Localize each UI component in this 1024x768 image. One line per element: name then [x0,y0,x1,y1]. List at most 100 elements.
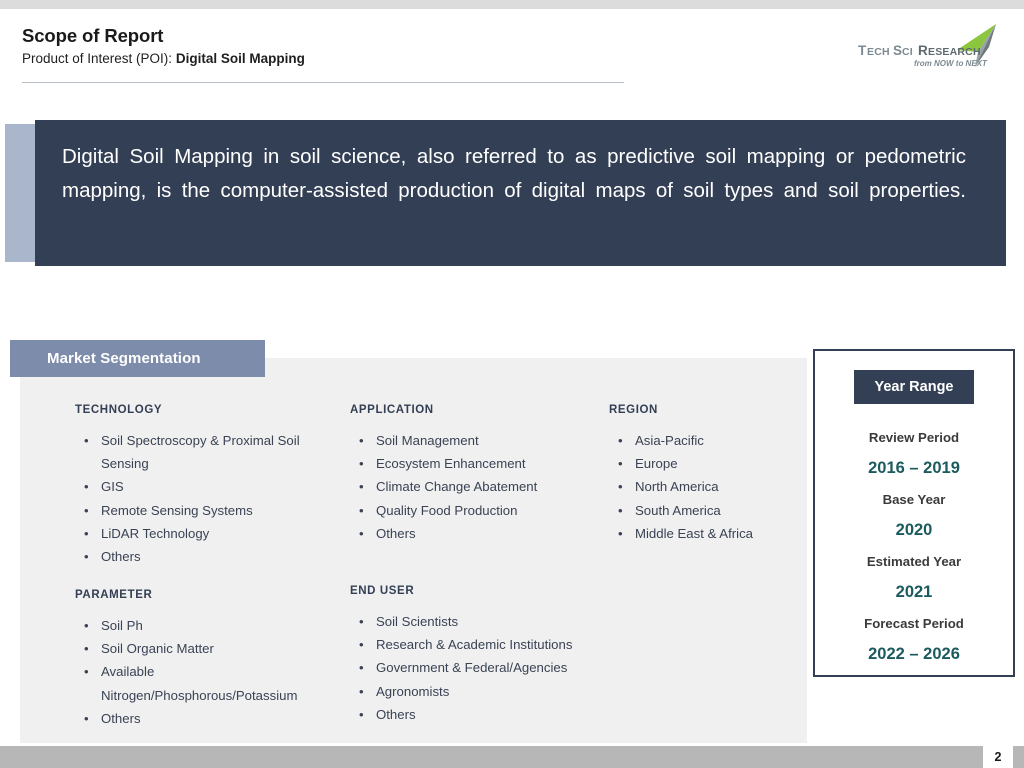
year-row-label: Forecast Period [815,608,1013,639]
product-of-interest-line: Product of Interest (POI): Digital Soil … [22,49,305,68]
header-divider [22,82,624,83]
segment-column-technology: TECHNOLOGY • Soil Spectroscopy & Proximal… [75,404,325,568]
bullet-icon: • [618,499,623,522]
list-item-label: Soil Organic Matter [101,641,214,656]
list-item-label: Ecosystem Enhancement [376,456,526,471]
page-title: Scope of Report [22,25,305,47]
list-item: •Others [350,703,610,726]
segment-column-end-user: END USER •Soil Scientists •Research & Ac… [350,585,610,726]
list-item-label: Others [101,549,141,564]
bullet-icon: • [84,475,89,498]
hero-definition-banner: Digital Soil Mapping in soil science, al… [35,120,1006,266]
list-item-label: Research & Academic Institutions [376,637,572,652]
bullet-icon: • [84,522,89,545]
list-item-label: GIS [101,479,124,494]
bullet-icon: • [359,633,364,656]
bullet-icon: • [359,610,364,633]
bullet-icon: • [359,656,364,679]
list-item-label: Remote Sensing Systems [101,503,253,518]
list-item-label: Europe [635,456,678,471]
list-item: • Others [75,545,325,568]
logo-graphic: T ECH S CI R ESEARCH from NOW to NEXT [856,22,1006,70]
bullet-icon: • [359,499,364,522]
list-item: • Quality Food Production [350,499,600,522]
list-item-label: Asia-Pacific [635,433,704,448]
bullet-icon: • [84,660,89,683]
segment-column-title: APPLICATION [350,404,600,416]
bullet-icon: • [359,680,364,703]
svg-text:from NOW to NEXT: from NOW to NEXT [914,59,988,68]
list-item-label: Climate Change Abatement [376,479,537,494]
list-item-label: Others [376,526,416,541]
list-item-label: Government & Federal/Agencies [376,660,567,675]
list-item: • Climate Change Abatement [350,475,600,498]
header-title-group: Scope of Report Product of Interest (POI… [22,25,305,68]
list-item: • Asia-Pacific [609,429,809,452]
bullet-icon: • [618,452,623,475]
year-row-label: Base Year [815,484,1013,515]
year-row-value: 2022 – 2026 [815,639,1013,670]
list-item: • Others [350,522,600,545]
svg-text:ESEARCH: ESEARCH [928,46,981,58]
page-number: 2 [983,746,1013,768]
list-item: • Others [75,707,325,730]
segment-list-region: • Asia-Pacific • Europe • North America • So… [609,429,809,545]
bullet-icon: • [618,522,623,545]
list-item-label: Quality Food Production [376,503,517,518]
list-item-label: Others [376,707,416,722]
bullet-icon: • [359,522,364,545]
list-item: • Europe [609,452,809,475]
bullet-icon: • [84,545,89,568]
list-item: • Soil Management [350,429,600,452]
list-item-label: South America [635,503,721,518]
year-range-rows: Review Period 2016 – 2019 Base Year 2020… [815,422,1013,670]
bullet-icon: • [84,707,89,730]
list-item-label: Soil Spectroscopy & Proximal Soil Sensin… [101,433,300,471]
top-decorative-strip [0,0,1024,9]
list-item: • Ecosystem Enhancement [350,452,600,475]
list-item: •Remote Sensing Systems [75,499,325,522]
segment-column-title: REGION [609,404,809,416]
list-item: • Government & Federal/Agencies [350,656,610,679]
bullet-icon: • [618,429,623,452]
list-item: •Middle East & Africa [609,522,809,545]
segment-list-parameter: •Soil Ph •Soil Organic Matter •Available… [75,614,325,730]
year-range-title: Year Range [875,379,954,395]
market-segmentation-header: Market Segmentation [10,340,265,377]
segment-column-application: APPLICATION • Soil Management • Ecosystem … [350,404,600,545]
segment-column-title: TECHNOLOGY [75,404,325,416]
svg-text:S: S [893,43,902,58]
list-item: •Available Nitrogen/Phosphorous/Potassiu… [75,660,325,706]
bullet-icon: • [618,475,623,498]
bullet-icon: • [84,429,89,452]
year-row-value: 2020 [815,515,1013,546]
list-item: • Agronomists [350,680,610,703]
bullet-icon: • [359,429,364,452]
bullet-icon: • [359,452,364,475]
segment-column-region: REGION • Asia-Pacific • Europe • North Amer… [609,404,809,545]
segment-list-end-user: •Soil Scientists •Research & Academic In… [350,610,610,726]
list-item-label: Others [101,711,141,726]
year-range-title-bar: Year Range [854,370,974,404]
footer-bar [0,746,983,768]
svg-text:T: T [858,43,867,58]
year-range-box: Year Range Review Period 2016 – 2019 Bas… [813,349,1015,677]
market-segmentation-label: Market Segmentation [10,350,201,367]
svg-text:R: R [918,43,928,58]
segment-list-technology: • Soil Spectroscopy & Proximal Soil Sensi… [75,429,325,568]
bullet-icon: • [359,475,364,498]
year-row-value: 2021 [815,577,1013,608]
list-item-label: Soil Management [376,433,479,448]
svg-text:CI: CI [902,46,913,58]
poi-label: Product of Interest (POI): [22,51,172,66]
list-item-label: Agronomists [376,684,449,699]
segment-column-parameter: PARAMETER •Soil Ph •Soil Organic Matter … [75,589,325,730]
year-row-label: Estimated Year [815,546,1013,577]
year-row-value: 2016 – 2019 [815,453,1013,484]
list-item-label: North America [635,479,719,494]
footer-bar-right-segment [1013,746,1024,768]
list-item: • Research & Academic Institutions [350,633,610,656]
list-item-label: LiDAR Technology [101,526,209,541]
list-item: • GIS [75,475,325,498]
bullet-icon: • [84,614,89,637]
